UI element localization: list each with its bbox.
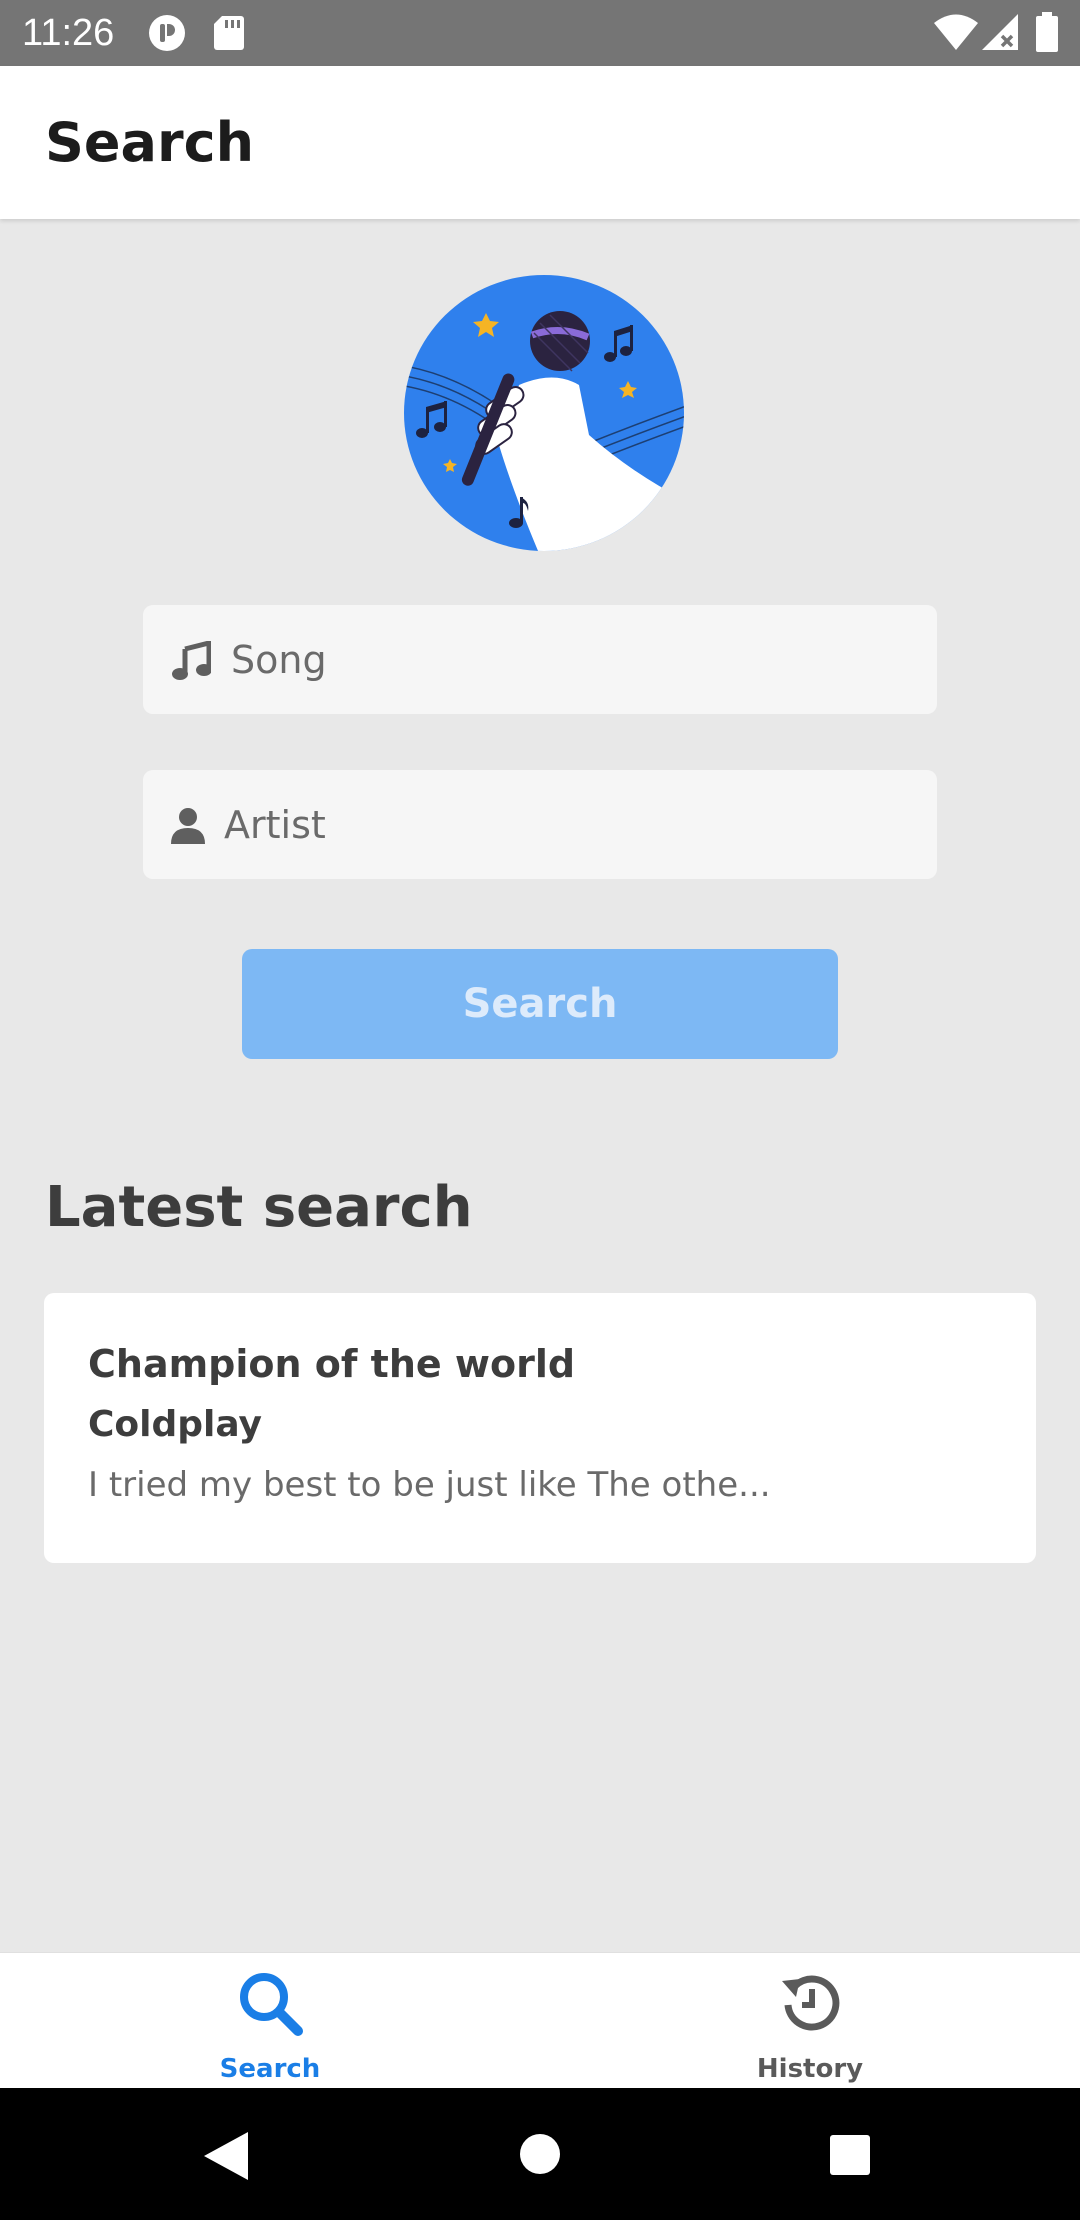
artist-field[interactable] — [143, 770, 937, 879]
notification-app-icon — [149, 15, 185, 51]
status-bar: 11:26 — [0, 0, 1080, 66]
karaoke-microphone-illustration — [404, 275, 684, 551]
nav-item-history[interactable]: History — [540, 1953, 1080, 2089]
latest-search-card[interactable]: Champion of the world Coldplay I tried m… — [44, 1293, 1036, 1563]
home-icon[interactable] — [520, 2134, 560, 2174]
recent-apps-icon[interactable] — [830, 2135, 870, 2175]
battery-icon — [1036, 12, 1058, 52]
search-icon — [240, 1973, 303, 2036]
nav-item-search[interactable]: Search — [0, 1953, 540, 2089]
person-icon — [171, 808, 205, 844]
back-icon[interactable] — [204, 2132, 248, 2180]
status-time: 11:26 — [22, 12, 115, 54]
latest-search-heading: Latest search — [45, 1175, 473, 1240]
sd-card-icon — [214, 16, 244, 50]
music-note-icon — [172, 641, 211, 680]
result-lyrics-snippet: I tried my best to be just like The othe… — [88, 1465, 771, 1505]
page-title: Search — [45, 111, 255, 174]
history-icon — [782, 1975, 840, 2031]
nav-label-history: History — [756, 2054, 864, 2084]
bottom-navigation: Search History — [0, 1952, 1080, 2089]
search-button[interactable]: Search — [242, 949, 838, 1059]
song-input[interactable] — [231, 605, 911, 714]
nav-label-search: Search — [219, 2054, 321, 2084]
app-header: Search — [0, 66, 1080, 219]
cellular-signal-icon — [982, 14, 1018, 50]
artist-input[interactable] — [224, 770, 914, 879]
system-navigation-bar — [0, 2088, 1080, 2220]
result-artist: Coldplay — [88, 1404, 263, 1445]
result-song-title: Champion of the world — [88, 1342, 576, 1386]
song-field[interactable] — [143, 605, 937, 714]
wifi-icon — [934, 14, 978, 50]
